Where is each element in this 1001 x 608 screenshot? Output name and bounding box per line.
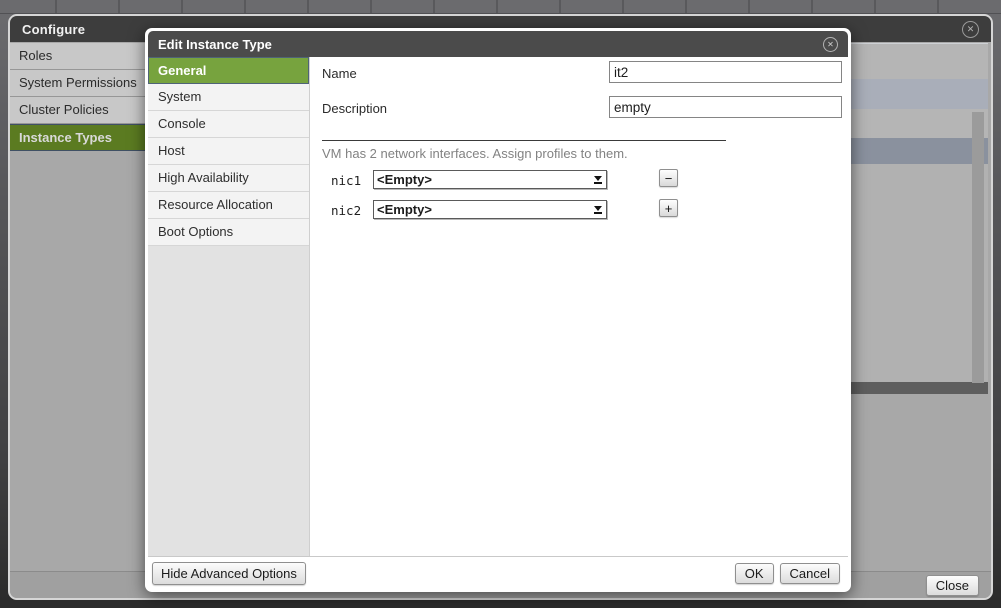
edit-instance-type-dialog: Edit Instance Type ✕ General System Cons… <box>145 28 851 592</box>
sidebar-item-instance-types[interactable]: Instance Types <box>10 124 147 151</box>
ok-button[interactable]: OK <box>735 563 774 584</box>
nic1-selected-option: <Empty> <box>374 172 590 187</box>
arrow-underline <box>594 212 602 214</box>
tab-host[interactable]: Host <box>148 138 309 165</box>
tab-boot-options[interactable]: Boot Options <box>148 219 309 246</box>
tab-console[interactable]: Console <box>148 111 309 138</box>
name-label: Name <box>322 66 357 81</box>
nic1-label: nic1 <box>331 173 361 188</box>
tab-high-availability[interactable]: High Availability <box>148 165 309 192</box>
nic2-profile-select[interactable]: <Empty> <box>373 200 607 219</box>
modal-title: Edit Instance Type <box>158 37 272 52</box>
description-label: Description <box>322 101 387 116</box>
section-separator <box>322 140 726 141</box>
nic1-profile-select[interactable]: <Empty> <box>373 170 607 189</box>
modal-titlebar: Edit Instance Type ✕ <box>148 31 848 57</box>
nic1-remove-button[interactable]: − <box>659 169 678 187</box>
arrow-triangle <box>594 176 602 181</box>
screen: Configure ✕ Roles System Permissions Clu… <box>0 0 1001 608</box>
dropdown-arrow-icon[interactable] <box>590 202 605 217</box>
table-scrollbar[interactable] <box>972 112 984 383</box>
tab-general[interactable]: General <box>148 57 309 84</box>
arrow-underline <box>594 182 602 184</box>
modal-footer: Hide Advanced Options OK Cancel <box>148 556 848 589</box>
name-input[interactable] <box>609 61 842 83</box>
nic2-add-button[interactable]: + <box>659 199 678 217</box>
sidebar-item-system-permissions[interactable]: System Permissions <box>10 70 147 97</box>
tab-resource-allocation[interactable]: Resource Allocation <box>148 192 309 219</box>
dialog-tab-list: General System Console Host High Availab… <box>148 57 310 556</box>
configure-close-icon[interactable]: ✕ <box>962 21 979 38</box>
modal-close-icon[interactable]: ✕ <box>823 37 838 52</box>
nic2-label: nic2 <box>331 203 361 218</box>
background-page-header <box>0 0 1001 14</box>
tab-system[interactable]: System <box>148 84 309 111</box>
configure-dialog-title: Configure <box>22 22 85 37</box>
nic2-selected-option: <Empty> <box>374 202 590 217</box>
background-page-footer <box>0 600 1001 608</box>
description-input[interactable] <box>609 96 842 118</box>
dropdown-arrow-icon[interactable] <box>590 172 605 187</box>
arrow-triangle <box>594 206 602 211</box>
modal-body: General System Console Host High Availab… <box>148 57 848 556</box>
sidebar-item-roles[interactable]: Roles <box>10 43 147 70</box>
general-tab-panel: Name Description VM has 2 network interf… <box>310 57 848 556</box>
configure-sidebar: Roles System Permissions Cluster Policie… <box>10 43 147 151</box>
nic-info-text: VM has 2 network interfaces. Assign prof… <box>322 146 628 161</box>
cancel-button[interactable]: Cancel <box>780 563 840 584</box>
sidebar-item-cluster-policies[interactable]: Cluster Policies <box>10 97 147 124</box>
hide-advanced-options-button[interactable]: Hide Advanced Options <box>152 562 306 585</box>
close-button[interactable]: Close <box>926 575 979 596</box>
